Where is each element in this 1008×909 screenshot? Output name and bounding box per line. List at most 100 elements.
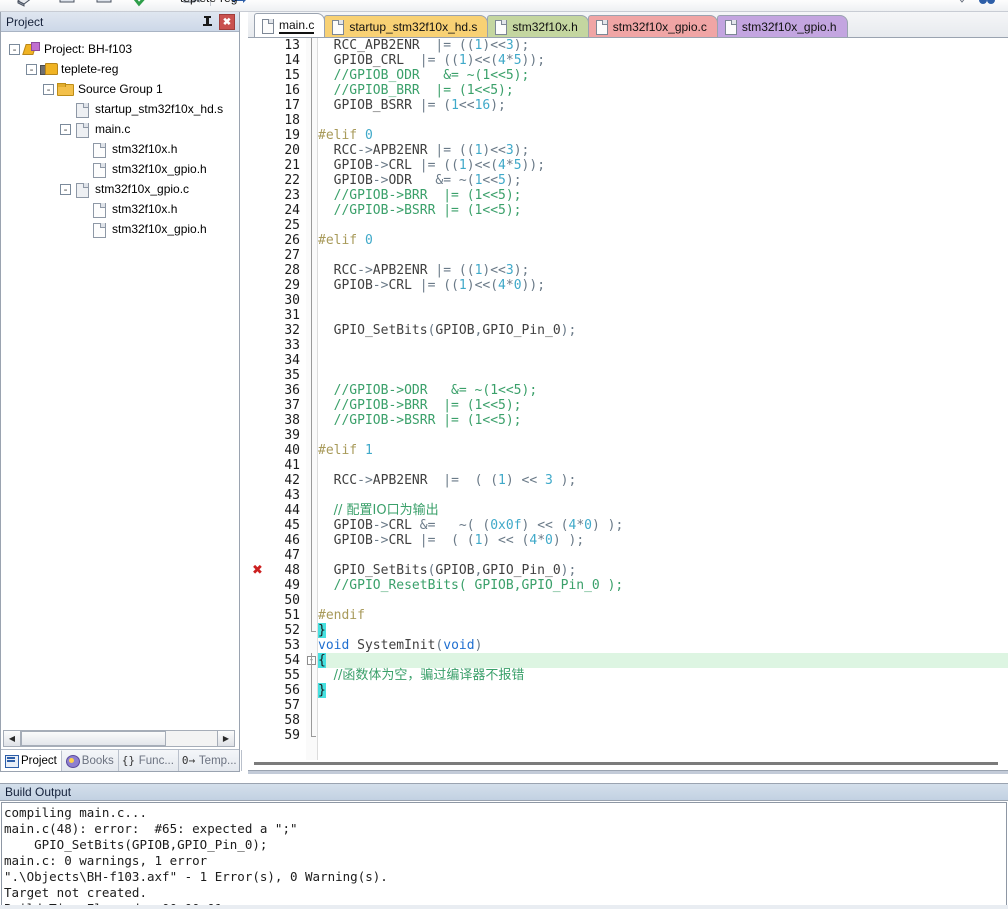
code-line[interactable] xyxy=(318,488,1008,503)
batch-build-icon[interactable] xyxy=(95,0,113,7)
code-line[interactable]: GPIO_SetBits(GPIOB,GPIO_Pin_0); xyxy=(318,563,1008,578)
code-line[interactable]: RCC->APB2ENR |= ( (1) << 3 ); xyxy=(318,473,1008,488)
code-line[interactable] xyxy=(318,728,1008,743)
code-line[interactable]: GPIOB->CRL &= ~( (0x0f) << (4*0) ); xyxy=(318,518,1008,533)
code-line[interactable] xyxy=(318,308,1008,323)
rebuild-icon[interactable] xyxy=(58,0,76,7)
code-line[interactable]: //函数体为空，骗过编译器不报错 xyxy=(318,668,1008,683)
code-line[interactable]: GPIOB_BSRR |= (1<<16); xyxy=(318,98,1008,113)
panel-tab-temp[interactable]: 0→ Temp... xyxy=(179,750,242,771)
editor-tab-stm32f10x_gpio-c[interactable]: stm32f10x_gpio.c xyxy=(587,15,718,37)
code-line[interactable]: #elif 1 xyxy=(318,443,1008,458)
tree-item[interactable]: - main.c xyxy=(1,119,239,139)
scroll-right-arrow[interactable]: ▶ xyxy=(217,731,234,746)
error-marker-icon[interactable]: ✖ xyxy=(252,563,263,578)
scroll-left-arrow[interactable]: ◀ xyxy=(4,731,21,746)
code-line[interactable]: #elif 0 xyxy=(318,128,1008,143)
code-line[interactable]: GPIOB->CRL |= ((1)<<(4*0)); xyxy=(318,278,1008,293)
panel-tab-project[interactable]: Project xyxy=(1,750,62,771)
code-line[interactable]: //GPIOB->BRR |= (1<<5); xyxy=(318,188,1008,203)
fold-guide-line xyxy=(311,653,312,736)
tree-expander-icon[interactable]: - xyxy=(43,83,54,95)
build-icon[interactable] xyxy=(16,0,34,7)
editor-tabbar[interactable]: main.c startup_stm32f10x_hd.s stm32f10x.h s… xyxy=(248,12,1008,38)
code-line[interactable] xyxy=(318,338,1008,353)
code-line[interactable] xyxy=(318,458,1008,473)
editor-tab-main-c[interactable]: main.c xyxy=(254,13,326,37)
code-line[interactable]: GPIOB->CRL |= ( (1) << (4*0) ); xyxy=(318,533,1008,548)
editor-tab-stm32f10x-h[interactable]: stm32f10x.h xyxy=(487,15,589,37)
code-line[interactable]: void SystemInit(void) xyxy=(318,638,1008,653)
editor-fold-bar[interactable]: - xyxy=(306,38,318,760)
tree-item[interactable]: stm32f10x_gpio.h xyxy=(1,219,239,239)
code-line[interactable]: //GPIOB->ODR &= ~(1<<5); xyxy=(318,383,1008,398)
code-line[interactable]: GPIO_SetBits(GPIOB,GPIO_Pin_0); xyxy=(318,323,1008,338)
code-line[interactable]: } xyxy=(318,683,1008,698)
code-line[interactable]: RCC->APB2ENR |= ((1)<<3); xyxy=(318,143,1008,158)
tree-item[interactable]: - Project: BH-f103 xyxy=(1,39,239,59)
binoculars-icon[interactable] xyxy=(978,0,996,7)
pin-icon[interactable] xyxy=(199,14,215,30)
panel-tab-label: Project xyxy=(21,755,57,767)
line-number: 40 xyxy=(284,443,300,458)
code-line[interactable]: #endif xyxy=(318,608,1008,623)
code-line[interactable]: // 配置IO口为输出 xyxy=(318,503,1008,518)
panel-tab-func[interactable]: {} Func... xyxy=(119,750,179,771)
code-line[interactable] xyxy=(318,548,1008,563)
code-line[interactable]: #elif 0 xyxy=(318,233,1008,248)
code-line[interactable]: //GPIOB->BRR |= (1<<5); xyxy=(318,398,1008,413)
code-line[interactable]: RCC_APB2ENR |= ((1)<<3); xyxy=(318,38,1008,53)
code-line[interactable] xyxy=(318,713,1008,728)
code-line[interactable] xyxy=(318,368,1008,383)
tree-item[interactable]: stm32f10x.h xyxy=(1,199,239,219)
code-line[interactable]: } xyxy=(318,623,1008,638)
build-output-text[interactable]: compiling main.c... main.c(48): error: #6… xyxy=(1,802,1007,908)
code-line[interactable] xyxy=(318,353,1008,368)
tree-item[interactable]: stm32f10x_gpio.h xyxy=(1,159,239,179)
project-panel-tabs[interactable]: Project Books{} Func... 0→ Temp... xyxy=(1,749,242,771)
project-tree[interactable]: - Project: BH-f103- teplete-reg - Source Gro… xyxy=(1,33,239,740)
code-line[interactable]: GPIOB->ODR &= ~(1<<5); xyxy=(318,173,1008,188)
tree-item[interactable]: - stm32f10x_gpio.c xyxy=(1,179,239,199)
scroll-thumb[interactable] xyxy=(21,731,166,746)
scroll-track[interactable] xyxy=(166,731,217,746)
code-line[interactable]: //GPIOB->BSRR |= (1<<5); xyxy=(318,413,1008,428)
code-line[interactable] xyxy=(318,218,1008,233)
code-line[interactable]: RCC->APB2ENR |= ((1)<<3); xyxy=(318,263,1008,278)
code-line[interactable]: //GPIOB_BRR |= (1<<5); xyxy=(318,83,1008,98)
tree-item[interactable]: - teplete-reg xyxy=(1,59,239,79)
editor-code-text[interactable]: RCC_APB2ENR |= ((1)<<3); GPIOB_CRL |= ((… xyxy=(318,38,1008,760)
code-line[interactable] xyxy=(318,698,1008,713)
editor-marker-gutter[interactable]: ✖ xyxy=(248,38,270,760)
code-line[interactable] xyxy=(318,293,1008,308)
code-line[interactable]: GPIOB->CRL |= ((1)<<(4*5)); xyxy=(318,158,1008,173)
code-line[interactable]: //GPIO_ResetBits( GPIOB,GPIO_Pin_0 ); xyxy=(318,578,1008,593)
close-icon[interactable]: ✖ xyxy=(219,14,235,30)
translate-icon[interactable] xyxy=(133,0,151,7)
tree-item[interactable]: stm32f10x.h xyxy=(1,139,239,159)
tree-item[interactable]: startup_stm32f10x_hd.s xyxy=(1,99,239,119)
tree-item[interactable]: - Source Group 1 xyxy=(1,79,239,99)
code-line[interactable]: { xyxy=(318,653,1008,668)
code-line[interactable] xyxy=(318,248,1008,263)
editor-hscrollbar[interactable] xyxy=(254,758,1002,768)
tree-expander-icon[interactable]: - xyxy=(26,63,37,75)
chevron-down-icon[interactable] xyxy=(955,0,973,7)
main-toolbar[interactable]: teplete-reg xyxy=(0,0,1008,12)
line-number: 53 xyxy=(284,638,300,653)
tree-expander-icon[interactable]: - xyxy=(60,183,71,195)
code-line[interactable] xyxy=(318,113,1008,128)
panel-tab-books[interactable]: Books xyxy=(62,750,119,771)
editor-tab-startup_stm32f10x_hd-s[interactable]: startup_stm32f10x_hd.s xyxy=(324,15,489,37)
code-editor[interactable]: ✖ 13 14 15 16 17 18 19 20 21 22 23 24 25 26 27 28 29 30 31… xyxy=(248,38,1008,760)
code-line[interactable]: GPIOB_CRL |= ((1)<<(4*5)); xyxy=(318,53,1008,68)
tree-expander-icon[interactable]: - xyxy=(9,43,20,55)
code-line[interactable] xyxy=(318,428,1008,443)
code-line[interactable]: //GPIOB_ODR &= ~(1<<5); xyxy=(318,68,1008,83)
project-tree-hscrollbar[interactable]: ◀ ▶ xyxy=(3,730,235,747)
code-line[interactable]: //GPIOB->BSRR |= (1<<5); xyxy=(318,203,1008,218)
tree-expander-icon[interactable]: - xyxy=(60,123,71,135)
editor-tab-stm32f10x_gpio-h[interactable]: stm32f10x_gpio.h xyxy=(716,15,848,37)
code-line[interactable] xyxy=(318,593,1008,608)
tree-item-label: main.c xyxy=(95,122,131,136)
